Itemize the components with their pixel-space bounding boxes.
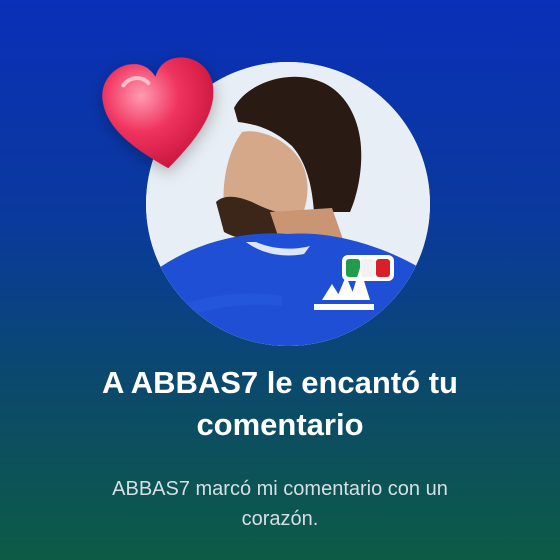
notification-title: A ABBAS7 le encantó tu comentario <box>102 365 458 442</box>
heart-icon <box>85 41 236 190</box>
like-notification-card: A ABBAS7 le encantó tu comentario ABBAS7… <box>0 0 560 560</box>
notification-subtitle: ABBAS7 marcó mi comentario con un corazó… <box>112 478 448 530</box>
